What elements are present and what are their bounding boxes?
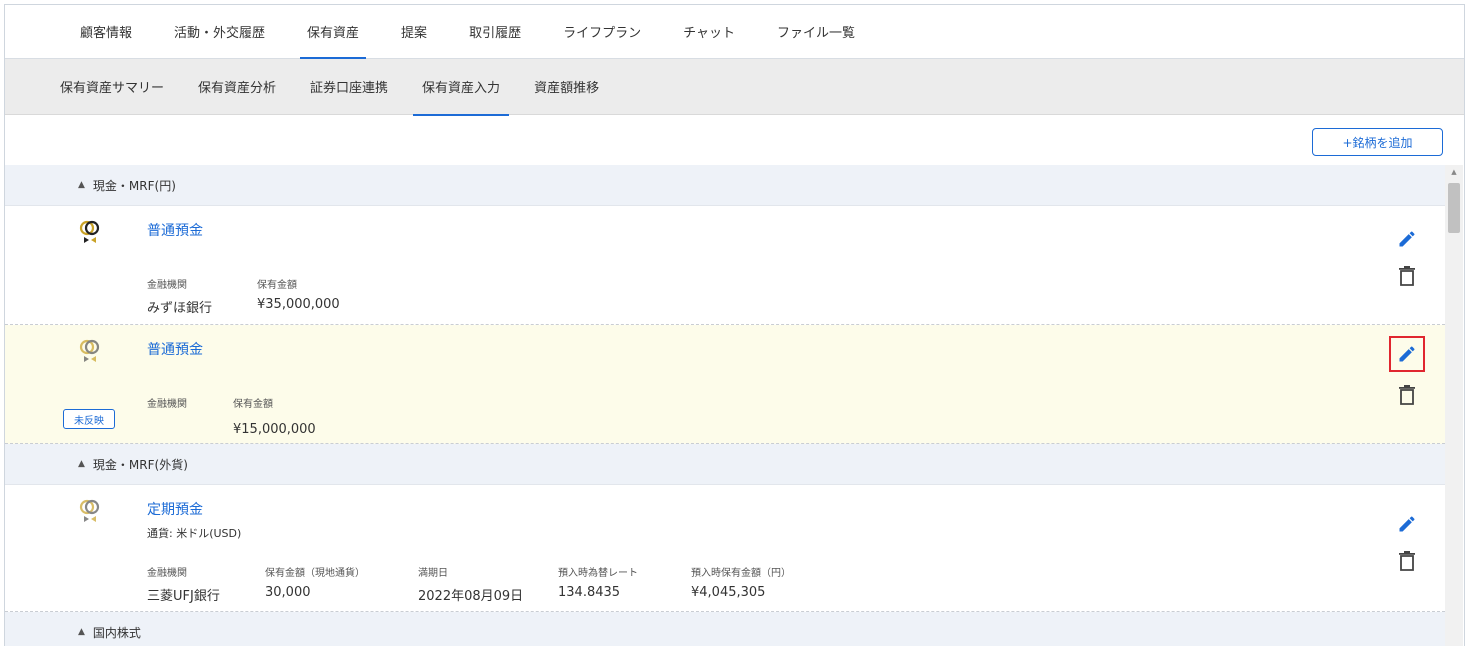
scroll-up-arrow-icon[interactable]: ▲ [1445,165,1463,179]
subtab-holdings-input[interactable]: 保有資産入力 [405,59,517,116]
field-jpy-amount: 預入時保有金額（円） ¥4,045,305 [691,568,791,600]
asset-name-link[interactable]: 普通預金 [147,220,203,240]
section-title: 現金・MRF(外貨) [92,457,188,472]
subtab-holdings-analysis[interactable]: 保有資産分析 [181,59,293,115]
section-header-cash-fx[interactable]: ▲ 現金・MRF(外貨) [5,444,1445,485]
field-amount: 保有金額 ¥35,000,000 [257,280,340,312]
status-badge: 未反映 [63,409,115,429]
field-institution: 金融機関 みずほ銀行 [147,280,213,316]
list-item: 普通預金 金融機関 みずほ銀行 保有金額 ¥35,000,000 [5,206,1445,325]
field-institution: 金融機関 三菱UFJ銀行 [147,568,220,604]
rings-icon [79,499,101,523]
main-tab-bar: 顧客情報 活動・外交履歴 保有資産 提案 取引履歴 ライフプラン チャット ファ… [5,5,1464,59]
list-item: 普通預金 未反映 金融機関 保有金額 ¥15,000,000 [5,325,1445,444]
edit-button[interactable] [1389,336,1425,372]
tab-life-plan[interactable]: ライフプラン [542,5,662,58]
subtab-asset-trend[interactable]: 資産額推移 [517,59,616,115]
holdings-list: ▲ 現金・MRF(円) 普通預金 金融機関 みずほ銀行 保有金額 ¥35,000… [5,165,1445,646]
field-institution: 金融機関 [147,399,187,410]
app-frame: 顧客情報 活動・外交履歴 保有資産 提案 取引履歴 ライフプラン チャット ファ… [4,4,1465,646]
delete-button[interactable] [1389,258,1425,294]
tab-file-list[interactable]: ファイル一覧 [756,5,876,58]
vertical-scrollbar[interactable]: ▲ [1445,165,1463,646]
asset-name-link[interactable]: 定期預金 [147,499,203,519]
subtab-securities-link[interactable]: 証券口座連携 [293,59,405,115]
sub-tab-bar: 保有資産サマリー 保有資産分析 証券口座連携 保有資産入力 資産額推移 [5,59,1464,116]
triangle-up-icon: ▲ [78,180,85,190]
delete-button[interactable] [1389,543,1425,579]
tab-trade-history[interactable]: 取引履歴 [448,5,542,58]
trash-icon [1399,551,1415,571]
add-security-button[interactable]: +銘柄を追加 [1312,128,1443,156]
field-local-amount: 保有金額（現地通貨） 30,000 [265,568,365,600]
list-item: 定期預金 通貨: 米ドル(USD) 金融機関 三菱UFJ銀行 保有金額（現地通貨… [5,485,1445,612]
rings-icon [79,339,101,363]
currency-label: 通貨: 米ドル(USD) [147,527,242,540]
asset-name-link[interactable]: 普通預金 [147,339,203,359]
edit-button[interactable] [1389,506,1425,542]
triangle-up-icon: ▲ [78,459,85,469]
field-fx-rate: 預入時為替レート 134.8435 [558,568,638,600]
subtab-holdings-summary[interactable]: 保有資産サマリー [43,59,181,115]
pencil-icon [1399,516,1415,532]
tab-proposal[interactable]: 提案 [380,5,448,58]
trash-icon [1399,385,1415,405]
pencil-icon [1399,346,1415,362]
triangle-up-icon: ▲ [78,627,85,637]
field-amount: 保有金額 ¥15,000,000 [233,399,316,437]
section-title: 国内株式 [92,625,141,640]
tab-chat[interactable]: チャット [662,5,756,58]
delete-button[interactable] [1389,377,1425,413]
toolbar: +銘柄を追加 [5,115,1464,165]
section-header-cash-jpy[interactable]: ▲ 現金・MRF(円) [5,165,1445,206]
trash-icon [1399,266,1415,286]
rings-icon [79,220,101,244]
tab-holdings[interactable]: 保有資産 [286,5,380,59]
pencil-icon [1399,231,1415,247]
section-header-domestic-stock[interactable]: ▲ 国内株式 [5,612,1445,646]
field-maturity-date: 満期日 2022年08月09日 [418,568,524,604]
tab-activity-history[interactable]: 活動・外交履歴 [153,5,286,58]
section-title: 現金・MRF(円) [92,178,176,193]
tab-customer-info[interactable]: 顧客情報 [59,5,153,58]
scroll-thumb[interactable] [1448,183,1460,233]
edit-button[interactable] [1389,221,1425,257]
